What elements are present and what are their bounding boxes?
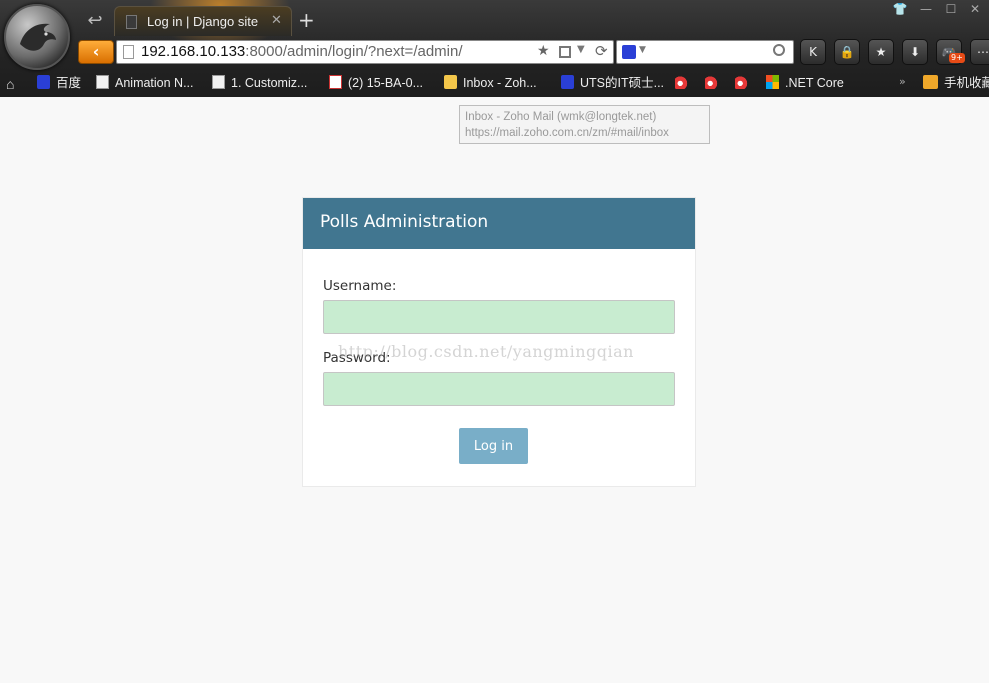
doc-icon bbox=[96, 75, 109, 89]
login-button[interactable]: Log in bbox=[459, 428, 528, 464]
maximize-icon[interactable]: ☐ bbox=[940, 2, 962, 16]
watermark: http://blog.csdn.net/yangmingqian bbox=[338, 342, 634, 361]
username-label: Username: bbox=[323, 278, 397, 294]
window-close-icon[interactable]: ✕ bbox=[964, 2, 986, 16]
folder-icon bbox=[923, 75, 938, 89]
bookmark-item[interactable]: UTS的IT硕士... bbox=[561, 74, 664, 92]
bookmark-tooltip: Inbox - Zoho Mail (wmk@longtek.net) http… bbox=[459, 105, 710, 144]
bookmark-item[interactable] bbox=[675, 74, 694, 92]
bookmark-item[interactable]: Inbox - Zoh... bbox=[444, 74, 537, 92]
k-extension-button[interactable]: K bbox=[800, 39, 826, 65]
bookmark-item[interactable]: (2) 15-BA-0... bbox=[329, 74, 423, 92]
bookmarks-overflow-icon[interactable]: » bbox=[899, 75, 906, 88]
browser-logo-icon[interactable] bbox=[4, 4, 70, 70]
bookmark-label: Animation N... bbox=[115, 76, 194, 90]
tab-close-icon[interactable]: ✕ bbox=[271, 13, 282, 28]
mail-icon bbox=[444, 75, 457, 89]
weibo-icon bbox=[735, 75, 748, 89]
new-tab-button[interactable]: + bbox=[298, 9, 315, 31]
cal-icon bbox=[329, 75, 342, 89]
username-field[interactable] bbox=[323, 300, 675, 334]
home-icon: ⌂ bbox=[6, 76, 15, 92]
weibo-icon bbox=[705, 75, 718, 89]
bookmark-label: 百度 bbox=[56, 76, 82, 90]
ms-icon bbox=[766, 75, 779, 89]
page-icon bbox=[126, 15, 137, 29]
favorites-button[interactable]: ★ bbox=[868, 39, 894, 65]
notification-badge: 9+ bbox=[949, 53, 965, 63]
bookmark-item[interactable]: Animation N... bbox=[96, 74, 194, 92]
undo-close-tab-icon[interactable]: ↩ bbox=[84, 10, 106, 32]
page-icon bbox=[123, 45, 134, 59]
bookmark-item[interactable]: ⌂ bbox=[6, 74, 26, 92]
bookmark-label: Inbox - Zoh... bbox=[463, 76, 537, 90]
bookmark-item[interactable]: .NET Core bbox=[766, 74, 844, 92]
login-header: Polls Administration bbox=[303, 198, 695, 249]
bookmark-item[interactable] bbox=[735, 74, 754, 92]
qr-code-icon[interactable] bbox=[559, 46, 571, 58]
tab-login[interactable]: Log in | Django site ✕ bbox=[114, 6, 292, 36]
download-button[interactable]: ⬇ bbox=[902, 39, 928, 65]
password-field[interactable] bbox=[323, 372, 675, 406]
skin-icon[interactable]: 👕 bbox=[889, 2, 911, 16]
address-bar[interactable]: 192.168.10.133:8000/admin/login/?next=/a… bbox=[116, 40, 614, 64]
doc-icon bbox=[212, 75, 225, 89]
bookmark-label: (2) 15-BA-0... bbox=[348, 76, 424, 90]
search-icon[interactable] bbox=[773, 44, 785, 56]
address-url[interactable]: 192.168.10.133:8000/admin/login/?next=/a… bbox=[141, 43, 463, 60]
chevron-down-icon[interactable]: ▼ bbox=[577, 44, 585, 55]
lock-button[interactable]: 🔒 bbox=[834, 39, 860, 65]
tooltip-url: https://mail.zoho.com.cn/zm/#mail/inbox bbox=[465, 127, 669, 139]
browser-chrome: ↩ Log in | Django site ✕ + 👕 — ☐ ✕ ‹ 192… bbox=[0, 0, 989, 97]
reload-icon[interactable]: ⟳ bbox=[595, 42, 608, 60]
navigation-toolbar: ‹ 192.168.10.133:8000/admin/login/?next=… bbox=[74, 38, 989, 68]
weibo-icon bbox=[675, 75, 688, 89]
paw-icon bbox=[561, 75, 574, 89]
bookmark-item[interactable] bbox=[705, 74, 724, 92]
search-engine-icon[interactable] bbox=[622, 45, 636, 59]
bookmark-item[interactable]: 百度 bbox=[37, 74, 81, 92]
tab-title: Log in | Django site bbox=[147, 14, 259, 29]
paw-icon bbox=[37, 75, 50, 89]
bookmarks-bar: ⌂ 百度 Animation N... 1. Customiz... (2) 15-BA… bbox=[0, 70, 989, 97]
menu-button[interactable]: ⋯ bbox=[970, 39, 989, 65]
minimize-icon[interactable]: — bbox=[915, 2, 937, 16]
game-button[interactable]: 🎮 9+ bbox=[936, 39, 965, 65]
bookmark-star-icon[interactable]: ★ bbox=[537, 43, 550, 59]
back-button[interactable]: ‹ bbox=[78, 40, 114, 64]
bookmark-item[interactable]: 1. Customiz... bbox=[212, 74, 307, 92]
chevron-down-icon[interactable]: ▼ bbox=[639, 45, 646, 55]
search-box[interactable]: ▼ bbox=[616, 40, 794, 64]
tooltip-title: Inbox - Zoho Mail (wmk@longtek.net) bbox=[465, 111, 657, 123]
bookmark-folder-mobile[interactable]: 手机收藏 bbox=[923, 74, 989, 92]
bookmark-label: UTS的IT硕士... bbox=[580, 76, 665, 90]
bookmark-label: .NET Core bbox=[785, 76, 844, 90]
bookmark-label: 1. Customiz... bbox=[231, 76, 308, 90]
